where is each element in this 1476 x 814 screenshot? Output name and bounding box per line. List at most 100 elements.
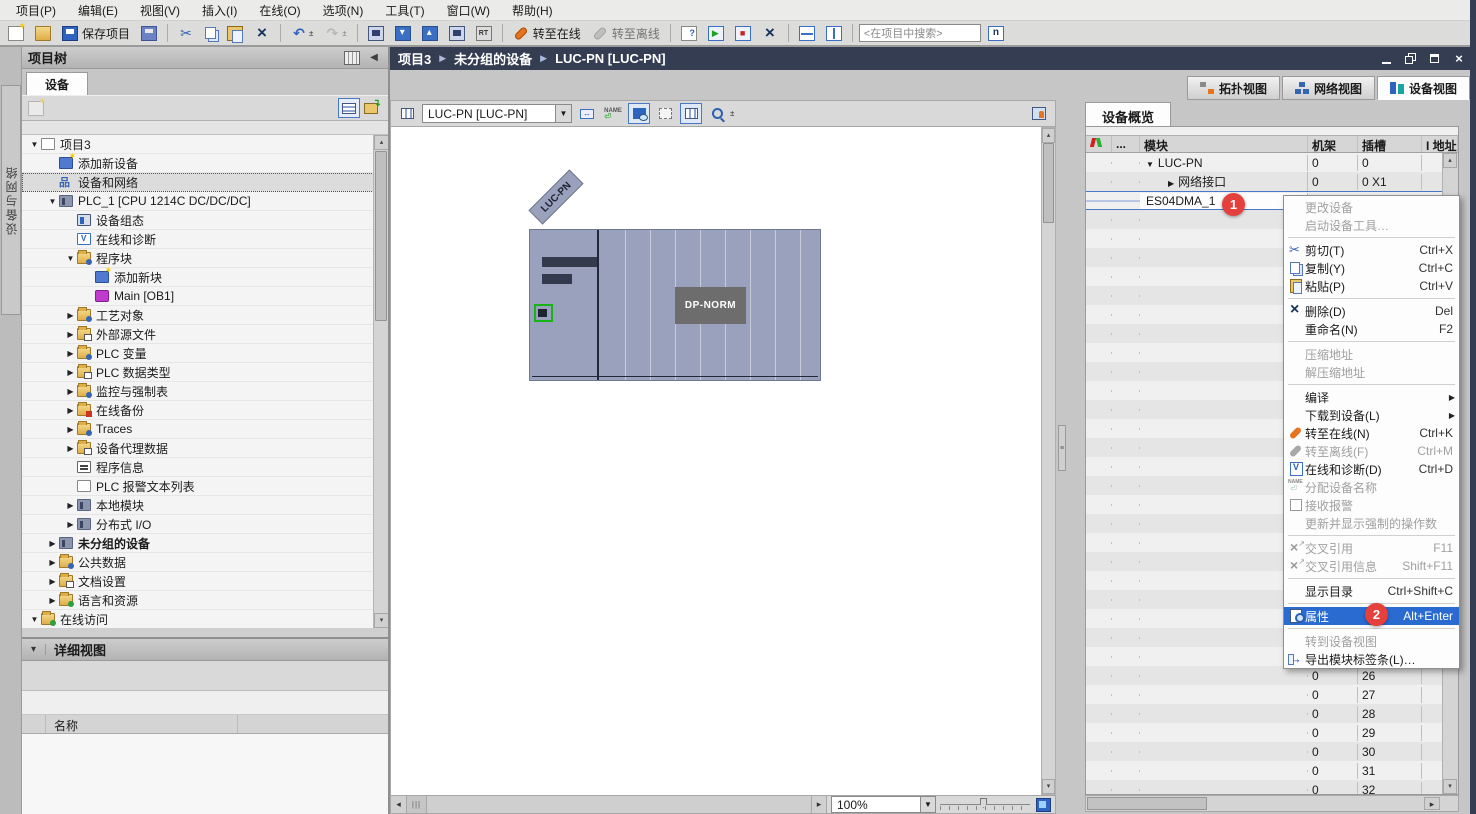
menu-item-导出模块标签条(L)…[interactable]: 导出模块标签条(L)… [1284,650,1459,668]
assign-name-icon[interactable]: NAME⏎ [602,103,624,124]
go-online-icon[interactable]: 转至在线 [509,23,585,44]
tree-item-项目3[interactable]: ▼项目3 [22,135,388,154]
overview-horizontal-scrollbar[interactable]: ▸ [1085,795,1459,812]
undo-icon[interactable]: ± [287,24,317,43]
column-rack[interactable]: 机架 [1308,136,1358,152]
zoom-select[interactable]: 100% ▼ [831,796,936,813]
project-search-input[interactable] [859,24,981,42]
table-row[interactable]: 030 [1086,742,1458,761]
menu-item-转至离线(F)[interactable]: 转至离线(F)Ctrl+M [1284,442,1459,460]
cut-icon[interactable] [174,24,198,43]
canvas-vertical-scrollbar[interactable]: ▴ ▾ [1041,127,1056,795]
open-project-icon[interactable] [31,24,55,43]
scroll-down-icon[interactable]: ▾ [1042,779,1055,794]
table-row[interactable]: 031 [1086,761,1458,780]
tab-设备视图[interactable]: 设备视图 [1377,76,1470,100]
start-runtime-icon[interactable] [472,24,496,43]
menu-item-分配设备名称[interactable]: 分配设备名称 [1284,478,1459,496]
expand-down-icon[interactable]: ▼ [46,197,59,206]
vertical-splitter[interactable]: ≡ [1056,100,1068,814]
tree-item-监控与强制表[interactable]: ▶监控与强制表 [22,382,388,401]
menu-item-解压缩地址[interactable]: 解压缩地址 [1284,363,1459,381]
breadcrumb-item[interactable]: LUC-PN [LUC-PN] [555,51,665,66]
tree-item-PLC 变量[interactable]: ▶PLC 变量 [22,344,388,363]
tree-item-工艺对象[interactable]: ▶工艺对象 [22,306,388,325]
menu-item-重命名(N)[interactable]: 重命名(N)F2 [1284,320,1459,338]
sort-view-icon[interactable] [360,98,382,118]
column-slot[interactable]: 插槽 [1358,136,1422,152]
scroll-up-icon[interactable]: ▴ [374,135,388,150]
add-new-item-icon[interactable] [28,101,44,116]
tree-item-外部源文件[interactable]: ▶外部源文件 [22,325,388,344]
zoom-icon[interactable] [706,103,728,124]
restore-icon[interactable] [1402,51,1420,67]
start-cpu-icon[interactable] [704,24,728,43]
stop-cpu-icon[interactable] [731,24,755,43]
expand-right-icon[interactable]: ▶ [1168,179,1174,188]
edit-mode-icon[interactable] [628,103,650,124]
grid-icon[interactable] [654,103,676,124]
table-row-网络接口[interactable]: ▶网络接口00 X1 [1086,172,1458,191]
expand-right-icon[interactable]: ▶ [46,539,59,548]
tree-item-本地模块[interactable]: ▶本地模块 [22,496,388,515]
menu-item-编译[interactable]: 编译▶ [1284,388,1459,406]
tree-item-公共数据[interactable]: ▶公共数据 [22,553,388,572]
tree-item-Traces[interactable]: ▶Traces [22,420,388,439]
tab-拓扑视图[interactable]: 拓扑视图 [1187,76,1280,100]
table-row-LUC-PN[interactable]: ▼LUC-PN00 [1086,153,1458,172]
expand-right-icon[interactable]: ▶ [46,577,59,586]
expand-right-icon[interactable]: ▶ [64,368,77,377]
device-module-graphic[interactable]: DP-NORM [529,229,821,381]
menu-item[interactable]: 编辑(E) [68,0,128,21]
tree-item-程序信息[interactable]: 程序信息 [22,458,388,477]
project-library-icon[interactable] [984,24,1008,43]
chevron-down-icon[interactable]: ▼ [555,105,571,122]
tree-item-设备组态[interactable]: 设备组态 [22,211,388,230]
menu-item-剪切(T)[interactable]: 剪切(T)Ctrl+X [1284,241,1459,259]
scroll-down-icon[interactable]: ▾ [1443,779,1457,794]
scroll-handle[interactable]: ||| [407,796,427,813]
menu-item-显示目录[interactable]: 显示目录Ctrl+Shift+C [1284,582,1459,600]
upload-from-device-icon[interactable] [418,24,442,43]
expand-right-icon[interactable]: ▶ [64,444,77,453]
menu-item-压缩地址[interactable]: 压缩地址 [1284,345,1459,363]
table-row[interactable]: 027 [1086,685,1458,704]
print-icon[interactable] [137,24,161,43]
scroll-left-icon[interactable]: ◂ [391,796,407,813]
menu-item-启动设备工具…[interactable]: 启动设备工具… [1284,216,1459,234]
tree-item-设备和网络[interactable]: 设备和网络 [22,173,388,192]
menu-item-在线和诊断(D)[interactable]: 在线和诊断(D)Ctrl+D [1284,460,1459,478]
horizontal-scroll-track[interactable] [427,796,811,813]
menu-item-接收报警[interactable]: 接收报警 [1284,496,1459,514]
close-icon[interactable]: × [1450,51,1468,67]
tree-item-Main [OB1][interactable]: Main [OB1] [22,287,388,306]
expand-down-icon[interactable]: ▼ [28,615,41,624]
scroll-up-icon[interactable]: ▴ [1443,153,1457,168]
table-row[interactable]: 032 [1086,780,1458,795]
save-project-icon[interactable]: 保存项目 [58,23,134,44]
expand-right-icon[interactable]: ▶ [64,406,77,415]
chevron-down-icon[interactable]: ▼ [920,797,935,812]
menu-item-交叉引用[interactable]: 交叉引用F11 [1284,539,1459,557]
tree-scroll-thumb[interactable] [375,151,387,321]
split-horizontal-icon[interactable] [795,24,819,43]
tree-item-在线和诊断[interactable]: 在线和诊断 [22,230,388,249]
tree-item-未分组的设备[interactable]: ▶未分组的设备 [22,534,388,553]
tree-item-文档设置[interactable]: ▶文档设置 [22,572,388,591]
menu-item[interactable]: 窗口(W) [437,0,500,21]
menu-item-粘贴(P)[interactable]: 粘贴(P)Ctrl+V [1284,277,1459,295]
column-address[interactable]: I 地址 [1422,136,1458,152]
download-to-device-icon[interactable] [391,24,415,43]
page-properties-icon[interactable] [1028,103,1050,124]
menu-item-更新并显示强制的操作数[interactable]: 更新并显示强制的操作数 [1284,514,1459,532]
tree-item-语言和资源[interactable]: ▶语言和资源 [22,591,388,610]
scroll-right-icon[interactable]: ▸ [811,796,827,813]
module-status-icon[interactable] [1086,136,1112,152]
splitter-grip[interactable]: ≡ [1058,425,1066,471]
scroll-right-icon[interactable]: ▸ [1424,797,1440,810]
scroll-up-icon[interactable]: ▴ [1042,128,1055,143]
menu-item-删除(D)[interactable]: 删除(D)Del [1284,302,1459,320]
table-row[interactable]: 029 [1086,723,1458,742]
name-column-header[interactable]: 名称 [46,715,238,733]
tree-item-PLC 报警文本列表[interactable]: PLC 报警文本列表 [22,477,388,496]
